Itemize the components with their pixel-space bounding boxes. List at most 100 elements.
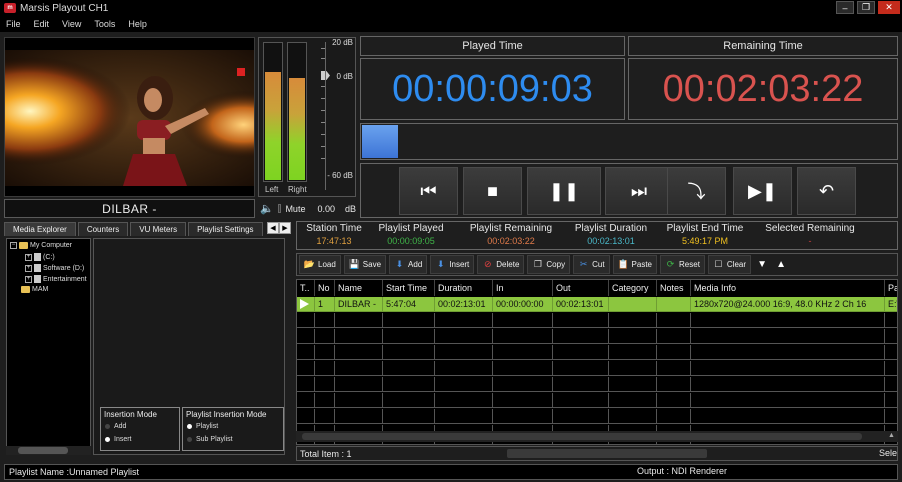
total-items: Total Item : 1	[300, 448, 352, 459]
table-cell	[553, 361, 609, 376]
minimize-icon[interactable]: –	[836, 1, 854, 14]
paste-button[interactable]: 📋 Paste	[612, 255, 658, 274]
playlist-grid: T.. No Name Start Time Duration In Out Category…	[296, 279, 898, 445]
column-header[interactable]: No	[315, 280, 335, 296]
radio-add[interactable]: Add	[105, 423, 126, 430]
column-header[interactable]: Start Time	[383, 280, 435, 296]
remaining-time-header: Remaining Time	[628, 36, 898, 56]
tab-scroll-left-icon[interactable]: ◀	[267, 222, 279, 234]
folder-icon	[19, 242, 28, 249]
menu-help[interactable]: Help	[128, 19, 147, 29]
table-cell	[315, 409, 335, 424]
tree-item-drive-c[interactable]: + (C:)	[25, 253, 55, 261]
table-cell	[315, 345, 335, 360]
expand-icon[interactable]: +	[25, 264, 32, 272]
column-header[interactable]: Out	[553, 280, 609, 296]
tab-scroll-right-icon[interactable]: ▶	[279, 222, 291, 234]
table-cell	[609, 393, 657, 408]
add-button[interactable]: ⬇ Add	[389, 255, 428, 274]
tree-item-mam[interactable]: MAM	[21, 286, 48, 293]
close-icon[interactable]: ✕	[878, 1, 900, 14]
left-tab-strip: Media Explorer Counters VU Meters Playli…	[4, 222, 291, 237]
table-cell	[691, 409, 885, 424]
table-cell	[609, 345, 657, 360]
table-cell	[335, 393, 383, 408]
table-cell	[435, 393, 493, 408]
table-row[interactable]	[297, 313, 897, 328]
table-cell	[553, 393, 609, 408]
save-button[interactable]: 💾 Save	[343, 255, 387, 274]
table-cell	[657, 377, 691, 392]
column-header[interactable]: Name	[335, 280, 383, 296]
skip-icon[interactable]: ⤵	[667, 167, 726, 215]
collapse-icon[interactable]: −	[10, 242, 17, 249]
table-row[interactable]	[297, 393, 897, 408]
table-row[interactable]	[297, 409, 897, 424]
previous-icon[interactable]: ⏮	[399, 167, 458, 215]
playback-progress[interactable]	[360, 123, 898, 160]
media-tree: − My Computer + (C:) + Software (D:) + E…	[6, 238, 91, 455]
table-row[interactable]	[297, 345, 897, 360]
playlist-toolbar: 📂 Load 💾 Save ⬇ Add ⬇ Insert ⊘ Delete ❐ Copy ✂…	[296, 253, 898, 276]
expand-icon[interactable]: +	[25, 253, 32, 261]
table-row[interactable]	[297, 377, 897, 392]
table-cell	[885, 409, 897, 424]
menu-tools[interactable]: Tools	[94, 19, 115, 29]
move-down-icon[interactable]: ▼	[754, 255, 770, 274]
column-header[interactable]: Pa	[885, 280, 897, 296]
column-header[interactable]: Notes	[657, 280, 691, 296]
radio-sub-playlist[interactable]: Sub Playlist	[187, 436, 233, 443]
total-bar-scroll[interactable]	[507, 449, 707, 458]
menu-edit[interactable]: Edit	[34, 19, 50, 29]
table-cell	[435, 313, 493, 328]
table-row[interactable]	[297, 361, 897, 376]
play-next-icon[interactable]: ▶❚	[733, 167, 792, 215]
tree-horizontal-scrollbar[interactable]	[6, 446, 91, 455]
table-cell	[435, 329, 493, 344]
table-cell	[885, 361, 897, 376]
table-cell	[335, 345, 383, 360]
vu-meter-right	[287, 42, 307, 182]
table-cell	[383, 313, 435, 328]
table-row[interactable]: 1 DILBAR -5:47:04 00:02:13:01 00:00:00:00 00…	[297, 297, 897, 312]
table-row[interactable]	[297, 329, 897, 344]
menu-view[interactable]: View	[62, 19, 81, 29]
menu-file[interactable]: File	[6, 19, 21, 29]
restore-icon[interactable]: ❐	[857, 1, 875, 14]
radio-insert[interactable]: Insert	[105, 436, 132, 443]
column-header[interactable]: Media Info	[691, 280, 885, 296]
stop-icon[interactable]: ■	[463, 167, 522, 215]
insert-button[interactable]: ⬇ Insert	[430, 255, 475, 274]
column-header[interactable]: T..	[297, 280, 315, 296]
delete-button[interactable]: ⊘ Delete	[477, 255, 525, 274]
clear-button[interactable]: ☐ Clear	[707, 255, 752, 274]
insertion-mode-title: Insertion Mode	[104, 410, 157, 419]
total-bar: Total Item : 1 Sele	[296, 446, 898, 461]
table-cell	[885, 345, 897, 360]
reset-button[interactable]: ⟳ Reset	[660, 255, 705, 274]
column-header[interactable]: Category	[609, 280, 657, 296]
radio-playlist[interactable]: Playlist	[187, 423, 218, 430]
copy-button[interactable]: ❐ Copy	[527, 255, 571, 274]
undo-icon[interactable]: ↶	[797, 167, 856, 215]
tab-media-explorer[interactable]: Media Explorer	[4, 222, 76, 236]
tab-playlist-settings[interactable]: Playlist Settings	[188, 222, 263, 236]
tree-item-drive-d[interactable]: + Software (D:)	[25, 264, 84, 272]
table-cell	[297, 393, 315, 408]
table-cell	[315, 329, 335, 344]
load-button[interactable]: 📂 Load	[299, 255, 341, 274]
next-icon[interactable]: ⏭	[605, 167, 673, 215]
grid-horizontal-scrollbar[interactable]: ▲	[296, 431, 898, 442]
tab-vu-meters[interactable]: VU Meters	[130, 222, 187, 236]
cut-button[interactable]: ✂ Cut	[573, 255, 610, 274]
tab-counters[interactable]: Counters	[77, 222, 129, 236]
tree-item-entertainment[interactable]: + Entertainment	[25, 275, 87, 283]
mute-checkbox[interactable]	[277, 204, 282, 213]
table-cell	[335, 313, 383, 328]
tree-item-my-computer[interactable]: − My Computer	[10, 242, 72, 249]
expand-icon[interactable]: +	[25, 275, 32, 283]
column-header[interactable]: Duration	[435, 280, 493, 296]
column-header[interactable]: In	[493, 280, 553, 296]
pause-icon[interactable]: ❚❚	[527, 167, 601, 215]
move-up-icon[interactable]: ▲	[773, 255, 789, 274]
